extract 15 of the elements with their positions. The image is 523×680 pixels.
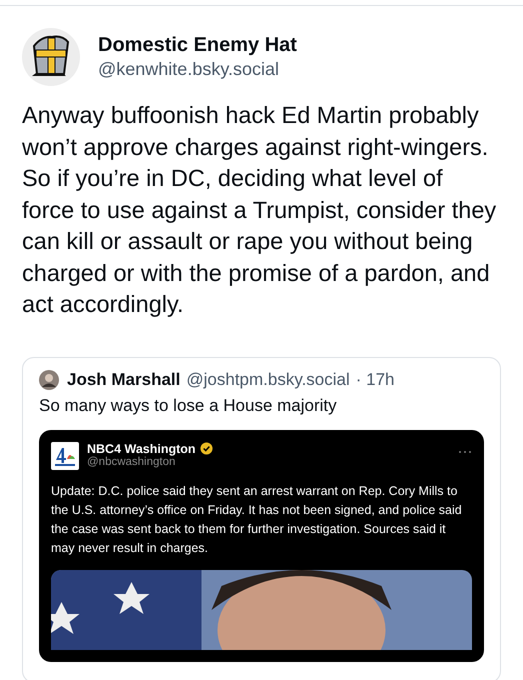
post-text: Anyway buffoonish hack Ed Martin probably won’t approve charges against right-wingers. So if you’re in DC, deciding what level of force to use against a Trumpist, consider they can kill or assault or rape you without being charged or with the promise of a pardon, and act accordingly. [22, 101, 498, 319]
quote-author[interactable]: Josh Marshall [67, 370, 180, 390]
embed-text: Update: D.C. police said they sent an arrest warrant on Rep. Cory Mills to the U.S. attorney’s office on Friday. It has not been signed, and police said the case was sent back to them for further investigation. Sources said it may never result in charges. [51, 482, 463, 557]
embed-author: NBC4 Washington [87, 442, 196, 456]
quote-time: · 17h [356, 370, 395, 390]
author-handle[interactable]: @kenwhite.bsky.social [98, 59, 297, 80]
avatar-icon [39, 370, 59, 390]
embed-handle: @nbcwashington [87, 456, 176, 468]
author-name[interactable]: Domestic Enemy Hat [98, 34, 297, 57]
quote-card[interactable] [22, 356, 501, 680]
avatar-icon[interactable] [22, 28, 80, 86]
more-icon [458, 450, 472, 454]
quote-handle[interactable]: @joshtpm.bsky.social [186, 370, 350, 390]
logo-icon [51, 442, 79, 470]
quote-text: So many ways to lose a House majority [39, 396, 338, 416]
